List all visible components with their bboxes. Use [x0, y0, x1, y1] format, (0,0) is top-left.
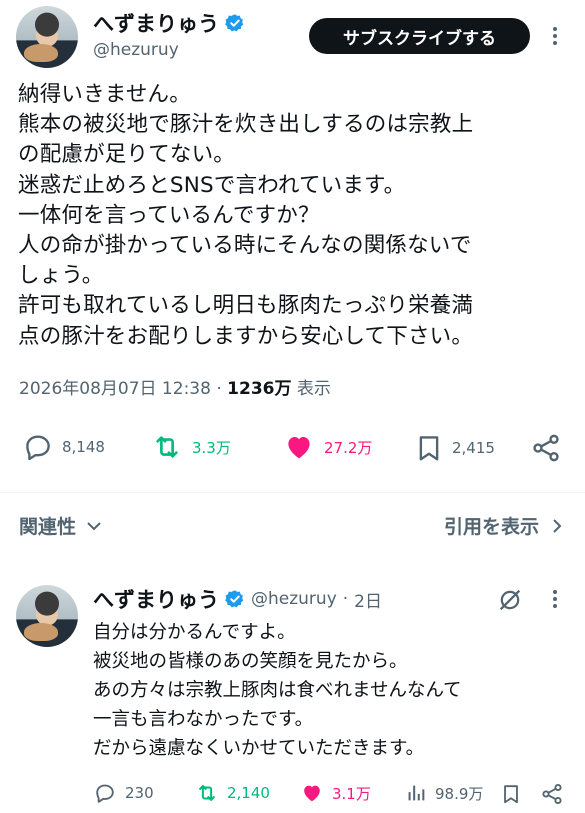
- repost-icon: [156, 436, 178, 458]
- tweet-text-line: 一体何を言っているんですか？: [18, 202, 320, 228]
- reply-time[interactable]: 2日: [354, 587, 382, 612]
- share-icon[interactable]: [540, 782, 564, 806]
- heart-icon: [304, 785, 320, 802]
- reply-text-line: 一言も言わなかったです。: [93, 709, 314, 730]
- reply-like-button[interactable]: 3.1万: [300, 782, 371, 804]
- reply-reply-count: 230: [125, 784, 154, 802]
- heart-icon: [288, 437, 310, 459]
- bookmark-icon[interactable]: [500, 782, 522, 806]
- like-button[interactable]: 27.2万: [282, 432, 372, 462]
- reply-text-line: あの方々は宗教上豚肉は食べれませんなんて: [93, 680, 462, 701]
- tweet-text-line: 納得いきません。: [18, 82, 191, 107]
- tweet-timestamp[interactable]: 2026年08月07日 12:38: [19, 379, 211, 399]
- author-name-row[interactable]: へずまりゅう: [93, 8, 245, 38]
- reply-author-name[interactable]: へずまりゅう: [93, 584, 219, 614]
- tweet-text-line: の配慮が足りてない。: [18, 142, 236, 168]
- author-name[interactable]: へずまりゅう: [93, 8, 219, 38]
- chevron-right-icon: [553, 518, 562, 533]
- reply-reply-button[interactable]: 230: [93, 782, 154, 804]
- views-chart-icon: [408, 785, 425, 801]
- reply-repost-count: 2,140: [227, 784, 270, 802]
- chevron-down-icon: [87, 521, 101, 530]
- meta-separator: ·: [216, 379, 222, 399]
- view-quotes-link[interactable]: 引用を表示: [444, 512, 563, 539]
- reply-repost-button[interactable]: 2,140: [195, 782, 270, 804]
- like-count: 27.2万: [324, 438, 373, 457]
- reply-text: 自分は分かるんですよ。 被災地の皆様のあの笑顔を見たから。 あの方々は宗教上豚肉…: [93, 618, 573, 763]
- section-divider: [0, 492, 585, 493]
- reply-author-avatar[interactable]: [16, 585, 78, 647]
- reply-author-row[interactable]: へずまりゅう @hezuruy · 2日: [93, 584, 382, 614]
- reply-text-line: 被災地の皆様のあの笑顔を見たから。: [93, 651, 408, 672]
- repost-count: 3.3万: [192, 438, 231, 457]
- tweet-text-line: 許可も取れているし明日も豚肉たっぷり栄養満: [18, 293, 474, 319]
- subscribe-button[interactable]: サブスクライブする: [309, 18, 530, 54]
- bookmark-icon: [419, 436, 439, 461]
- tweet-text-line: 人の命が掛かっている時にそんなの関係ないで: [18, 233, 472, 259]
- sort-relevance-dropdown[interactable]: 関連性: [19, 512, 102, 539]
- reply-author-handle[interactable]: @hezuruy: [251, 589, 337, 609]
- tweet-text-line: 迷惑だ止めろとSNSで言われています。: [18, 172, 406, 198]
- reply-views-button[interactable]: 98.9万: [405, 782, 483, 804]
- bookmark-button[interactable]: 2,415: [414, 432, 495, 464]
- tweet-text-line: 点の豚汁をお配りしますから安心して下さい。: [18, 323, 474, 349]
- author-handle[interactable]: @hezuruy: [93, 40, 179, 60]
- repost-button[interactable]: 3.3万: [150, 432, 231, 462]
- reply-icon: [26, 435, 50, 461]
- tweet-text-line: 熊本の被災地で豚汁を炊き出しするのは宗教上: [18, 112, 474, 138]
- reply-text-line: だから遠慮なくいかせていただきます。: [93, 738, 425, 759]
- reply-view-count: 98.9万: [435, 784, 484, 803]
- sort-label: 関連性: [19, 516, 77, 538]
- reply-icon: [96, 784, 114, 803]
- reply-count: 8,148: [62, 438, 105, 456]
- reply-button[interactable]: 8,148: [22, 432, 105, 462]
- view-quotes-label: 引用を表示: [443, 516, 539, 538]
- verified-badge-icon: [225, 14, 244, 32]
- bookmark-count: 2,415: [452, 439, 495, 457]
- share-icon[interactable]: [530, 432, 562, 464]
- reply-text-line: 自分は分かるんですよ。: [93, 622, 296, 643]
- meta-separator: ·: [342, 589, 349, 609]
- author-avatar[interactable]: [16, 6, 78, 68]
- reply-more-options-icon[interactable]: [548, 588, 562, 610]
- view-count: 1236万: [227, 379, 292, 399]
- grok-icon[interactable]: [496, 586, 524, 614]
- repost-icon: [199, 785, 215, 801]
- reply-like-count: 3.1万: [332, 784, 371, 803]
- tweet-text-line: しょう。: [18, 263, 104, 289]
- tweet-text: 納得いきません。 熊本の被災地で豚汁を炊き出しするのは宗教上 の配慮が足りてない…: [18, 80, 578, 352]
- tweet-meta: 2026年08月07日 12:38 · 1236万 表示: [19, 374, 331, 399]
- view-label: 表示: [296, 379, 331, 399]
- more-options-icon[interactable]: [548, 25, 562, 47]
- verified-badge-icon: [225, 590, 244, 608]
